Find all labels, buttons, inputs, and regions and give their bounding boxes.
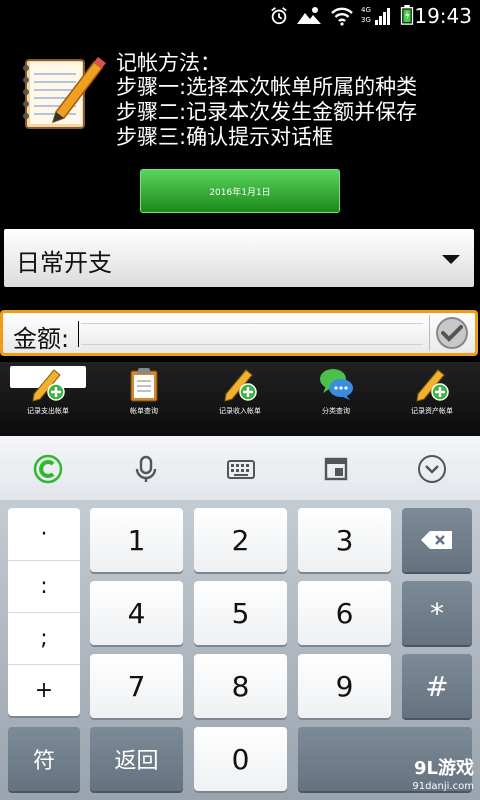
- amount-field[interactable]: 金额:: [0, 310, 478, 356]
- text-cursor: [78, 321, 79, 347]
- network-type: 4G 3G: [361, 6, 371, 24]
- key-2[interactable]: 2: [194, 508, 287, 572]
- keyboard-logo-icon[interactable]: [32, 453, 64, 485]
- watermark-brand: 9L游戏: [414, 758, 474, 779]
- instruction-step-3: 步骤三:确认提示对话框: [116, 125, 334, 149]
- instructions-title: 记帐方法：: [116, 51, 221, 75]
- pencil-add-icon: [224, 369, 257, 402]
- watermark-url: 91danji.com: [412, 781, 474, 792]
- keyboard-toolbar: [0, 436, 480, 500]
- chat-bubbles-icon: [320, 369, 353, 400]
- amount-label: 金额:: [13, 325, 70, 353]
- category-select[interactable]: 日常开支: [4, 229, 474, 287]
- collapse-icon[interactable]: [416, 453, 448, 485]
- window-icon[interactable]: [320, 453, 352, 485]
- symbol-key[interactable]: 符: [8, 727, 80, 791]
- date-button[interactable]: 2016年1月1日: [140, 169, 340, 213]
- key-5[interactable]: 5: [194, 581, 287, 645]
- key-colon[interactable]: :: [8, 560, 80, 613]
- key-0[interactable]: 0: [194, 727, 287, 791]
- toolbar-bill-query[interactable]: 帐单查询: [96, 362, 192, 436]
- signal-icon: [375, 8, 390, 25]
- bottom-toolbar: 记录支出帐单 帐单查询 记录收入帐单 分类查询 记录资产帐单: [0, 362, 480, 436]
- key-6[interactable]: 6: [298, 581, 391, 645]
- category-selected-value: 日常开支: [16, 249, 112, 277]
- key-semicolon[interactable]: ;: [8, 612, 80, 665]
- notebook-pencil-icon: [23, 57, 106, 129]
- numeric-keyboard: · : ; + 1 2 3 4 5 6 * 7 8 9 # 符 返回 0: [0, 500, 480, 800]
- pencil-add-icon: [32, 369, 65, 402]
- check-circle-icon: [436, 317, 468, 349]
- instruction-step-2: 步骤二:记录本次发生金额并保存: [116, 100, 418, 124]
- key-1[interactable]: 1: [90, 508, 183, 572]
- delete-key[interactable]: [402, 508, 472, 572]
- key-plus[interactable]: +: [8, 664, 80, 716]
- wifi-icon: [331, 7, 353, 26]
- key-9[interactable]: 9: [298, 654, 391, 718]
- alarm-icon: [271, 7, 287, 25]
- dropdown-arrow-icon: [442, 255, 460, 264]
- watermark: 9L游戏 91danji.com: [412, 760, 474, 796]
- toolbar-record-income[interactable]: 记录收入帐单: [192, 362, 288, 436]
- battery-icon: [400, 5, 414, 25]
- status-bar: 4G 3G 19:43: [0, 0, 480, 32]
- key-hash[interactable]: #: [402, 654, 472, 718]
- clock: 19:43: [414, 4, 472, 28]
- microphone-icon[interactable]: [130, 453, 162, 485]
- amount-input[interactable]: 金额:: [3, 313, 475, 353]
- clipboard-icon: [130, 368, 158, 402]
- date-button-label: 2016年1月1日: [209, 187, 271, 198]
- amount-input-line: [81, 323, 423, 345]
- weather-icon: [297, 7, 321, 24]
- toolbar-record-asset[interactable]: 记录资产帐单: [384, 362, 480, 436]
- toolbar-record-expense[interactable]: 记录支出帐单: [0, 362, 96, 436]
- key-star[interactable]: *: [402, 581, 472, 645]
- key-8[interactable]: 8: [194, 654, 287, 718]
- backspace-icon: [421, 531, 452, 549]
- key-4[interactable]: 4: [90, 581, 183, 645]
- confirm-button[interactable]: [429, 315, 474, 351]
- instruction-step-1: 步骤一:选择本次帐单所属的种类: [116, 75, 418, 99]
- key-dot[interactable]: ·: [8, 508, 80, 561]
- pencil-add-icon: [416, 369, 449, 402]
- symbol-column: · : ; +: [8, 508, 80, 716]
- toolbar-category-query[interactable]: 分类查询: [288, 362, 384, 436]
- back-key[interactable]: 返回: [90, 727, 183, 791]
- keyboard-layout-icon[interactable]: [225, 453, 257, 485]
- key-3[interactable]: 3: [298, 508, 391, 572]
- key-7[interactable]: 7: [90, 654, 183, 718]
